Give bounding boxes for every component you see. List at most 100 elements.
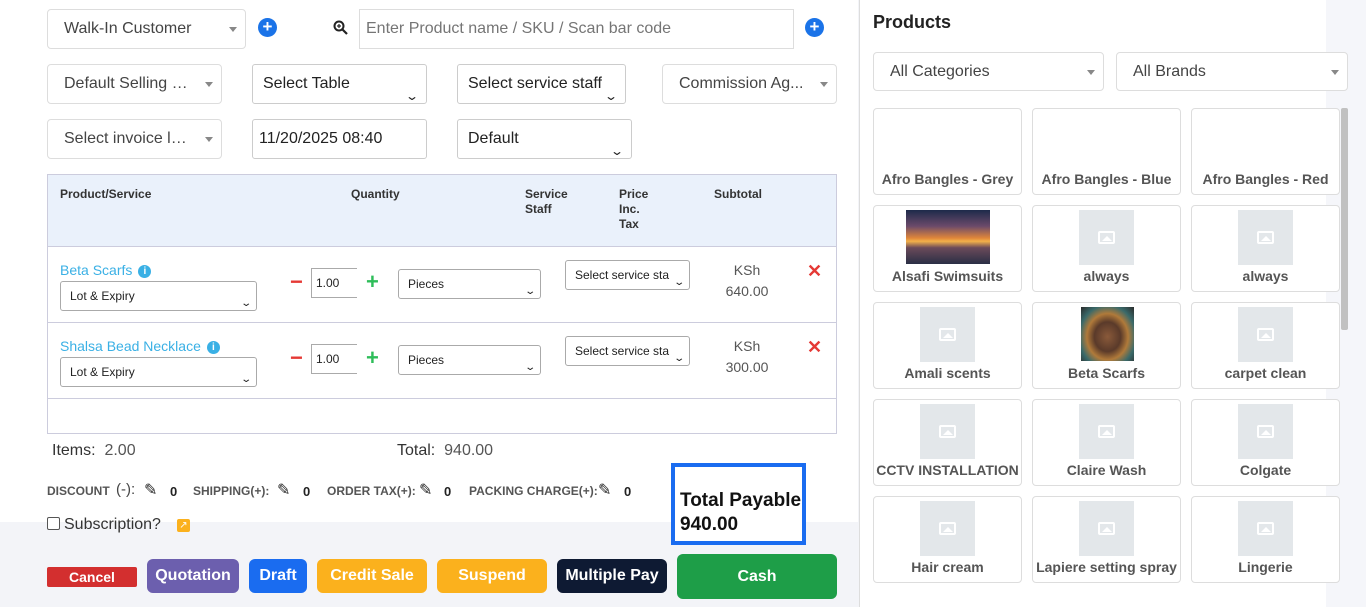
- edit-packing-charge-icon[interactable]: ✎: [598, 480, 611, 500]
- chevron-down-icon: ⌄: [672, 345, 685, 365]
- suspend-button[interactable]: Suspend: [437, 559, 547, 593]
- chevron-down-icon: ⌄: [523, 286, 536, 297]
- product-card-name: Colgate: [1239, 462, 1292, 478]
- edit-shipping-icon[interactable]: ✎: [277, 480, 290, 500]
- info-icon[interactable]: i: [206, 341, 220, 354]
- total-value: 940.00: [444, 442, 494, 459]
- product-card[interactable]: Hair cream: [873, 496, 1022, 583]
- add-product-button[interactable]: +: [805, 18, 824, 37]
- product-card[interactable]: CCTV INSTALLATION: [873, 399, 1022, 486]
- increase-quantity-button[interactable]: +: [366, 347, 379, 369]
- lot-expiry-select[interactable]: Lot & Expiry ⌄: [60, 281, 257, 311]
- product-card-name: Hair cream: [911, 559, 984, 575]
- total-label: Total:: [397, 442, 436, 459]
- header-service-staff-line2: Staff: [525, 202, 552, 216]
- edit-order-tax-icon[interactable]: ✎: [419, 480, 432, 500]
- products-scrollbar[interactable]: [1341, 108, 1348, 330]
- header-quantity: Quantity: [351, 187, 400, 201]
- product-card[interactable]: Lingerie: [1191, 496, 1340, 583]
- selling-price-group-select[interactable]: Default Selling P...: [47, 64, 222, 104]
- total-payable-value: 940.00: [680, 514, 739, 535]
- row-subtotal: KSh 640.00: [717, 260, 777, 302]
- product-card[interactable]: Amali scents: [873, 302, 1022, 389]
- chevron-down-icon: [205, 137, 213, 142]
- invoice-layout-select[interactable]: Select invoice la...: [47, 119, 222, 159]
- total-payable-label: Total Payable: [680, 490, 802, 511]
- pos-form-area: Walk-In Customer + + Default Selling P..…: [0, 0, 858, 607]
- header-price-line2: Inc.: [619, 202, 640, 216]
- transaction-date-input[interactable]: 11/20/2025 08:40: [252, 119, 427, 159]
- product-card[interactable]: always: [1032, 205, 1181, 292]
- product-name: Shalsa Bead Necklace: [60, 338, 201, 354]
- customer-select[interactable]: Walk-In Customer: [47, 9, 246, 49]
- product-card[interactable]: Claire Wash: [1032, 399, 1181, 486]
- chevron-down-icon: ⌄: [523, 362, 536, 373]
- invoice-layout-value: Select invoice la...: [64, 130, 193, 147]
- quantity-input[interactable]: 1.00: [311, 268, 357, 298]
- add-customer-button[interactable]: +: [258, 18, 277, 37]
- order-tax-label: ORDER TAX(+):: [327, 484, 416, 498]
- product-card[interactable]: Colgate: [1191, 399, 1340, 486]
- remove-row-icon[interactable]: ✕: [807, 337, 822, 358]
- items-count: Items: 2.00: [52, 442, 136, 460]
- commission-agent-value: Commission Ag...: [679, 75, 804, 92]
- category-select[interactable]: All Categories: [873, 52, 1104, 91]
- total-payable-box: Total Payable 940.00: [671, 463, 806, 545]
- product-card-name: Afro Bangles - Red: [1202, 171, 1329, 187]
- decrease-quantity-button[interactable]: −: [290, 271, 303, 293]
- brand-select[interactable]: All Brands: [1116, 52, 1348, 91]
- product-card[interactable]: always: [1191, 205, 1340, 292]
- info-icon[interactable]: i: [138, 265, 152, 278]
- edit-discount-icon[interactable]: ✎: [144, 480, 157, 500]
- product-card-name: Lapiere setting spray: [1036, 559, 1177, 575]
- subscription-info-icon[interactable]: ↗: [177, 519, 190, 532]
- cash-button[interactable]: Cash: [677, 554, 837, 599]
- product-card[interactable]: Beta Scarfs: [1032, 302, 1181, 389]
- product-card[interactable]: Afro Bangles - Blue: [1032, 108, 1181, 195]
- product-search-input[interactable]: [359, 9, 794, 49]
- cart-table-header: Product/Service Quantity Service Staff P…: [48, 175, 836, 247]
- quantity-value: 1.00: [316, 276, 340, 290]
- product-card[interactable]: Afro Bangles - Grey: [873, 108, 1022, 195]
- invoice-scheme-select[interactable]: Default ⌄: [457, 119, 632, 159]
- header-price-line3: Tax: [619, 217, 639, 231]
- image-placeholder-icon: [1238, 210, 1293, 265]
- subtotal-value: 640.00: [725, 283, 769, 299]
- row-service-staff-select[interactable]: Select service sta ⌄: [565, 336, 690, 366]
- order-tax-value: 0: [444, 484, 452, 499]
- invoice-scheme-value: Default: [468, 130, 519, 147]
- product-name-link[interactable]: Beta Scarfs i: [60, 262, 152, 278]
- unit-select[interactable]: Pieces ⌄: [398, 269, 541, 299]
- increase-quantity-button[interactable]: +: [366, 271, 379, 293]
- shipping-label: SHIPPING(+):: [193, 484, 270, 498]
- unit-select[interactable]: Pieces ⌄: [398, 345, 541, 375]
- product-name-link[interactable]: Shalsa Bead Necklace i: [60, 338, 220, 354]
- product-card-name: Beta Scarfs: [1067, 365, 1146, 381]
- product-card[interactable]: Afro Bangles - Red: [1191, 108, 1340, 195]
- image-placeholder-icon: [1079, 501, 1134, 556]
- credit-sale-button[interactable]: Credit Sale: [317, 559, 427, 593]
- row-subtotal: KSh 300.00: [717, 336, 777, 378]
- service-staff-select[interactable]: Select service staff ⌄: [457, 64, 626, 104]
- draft-button[interactable]: Draft: [249, 559, 307, 593]
- product-card[interactable]: carpet clean: [1191, 302, 1340, 389]
- subtotal-value: 300.00: [725, 359, 769, 375]
- cancel-button[interactable]: Cancel: [47, 567, 137, 587]
- decrease-quantity-button[interactable]: −: [290, 347, 303, 369]
- commission-agent-select[interactable]: Commission Ag...: [662, 64, 837, 104]
- lot-expiry-select[interactable]: Lot & Expiry ⌄: [60, 357, 257, 387]
- image-placeholder-icon: [1079, 404, 1134, 459]
- search-icon: [333, 20, 348, 35]
- table-select[interactable]: Select Table ⌄: [252, 64, 427, 104]
- multiple-pay-button[interactable]: Multiple Pay: [557, 559, 667, 593]
- row-service-staff-select[interactable]: Select service sta ⌄: [565, 260, 690, 290]
- product-card[interactable]: Alsafi Swimsuits: [873, 205, 1022, 292]
- products-title: Products: [873, 12, 952, 32]
- brand-value: All Brands: [1133, 63, 1206, 80]
- subscription-checkbox[interactable]: [47, 517, 60, 530]
- product-card[interactable]: Lapiere setting spray: [1032, 496, 1181, 583]
- remove-row-icon[interactable]: ✕: [807, 261, 822, 282]
- header-product: Product/Service: [60, 187, 152, 201]
- quantity-input[interactable]: 1.00: [311, 344, 357, 374]
- quotation-button[interactable]: Quotation: [147, 559, 239, 593]
